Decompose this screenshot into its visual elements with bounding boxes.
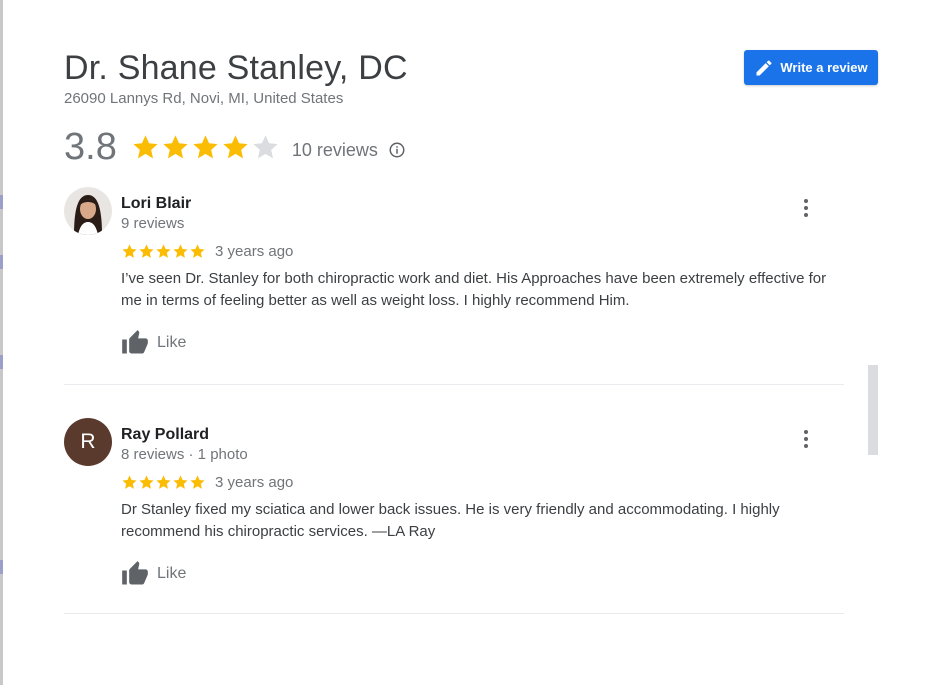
review-body: Lori Blair 9 reviews 3 years ago I’ve se…: [121, 187, 841, 357]
pencil-icon: [756, 59, 772, 75]
review-star-rating: [121, 474, 206, 491]
reviewer-meta: 8 reviews · 1 photo: [121, 446, 248, 463]
like-label: Like: [157, 565, 187, 582]
avatar[interactable]: [64, 187, 112, 235]
star-filled-icon: [122, 244, 137, 258]
star-empty-icon: [253, 134, 278, 158]
star-filled-icon: [173, 475, 188, 489]
star-filled-icon: [139, 244, 154, 258]
reviewer-name[interactable]: Ray Pollard: [121, 425, 841, 445]
star-filled-icon: [122, 475, 137, 489]
write-review-button[interactable]: Write a review: [744, 50, 878, 85]
review-time: 3 years ago: [215, 243, 294, 260]
review-item: R Ray Pollard 8 reviews · 1 photo 3 year…: [64, 418, 844, 588]
reviews-count[interactable]: 10 reviews: [292, 140, 378, 161]
review-body: Ray Pollard 8 reviews · 1 photo 3 years …: [121, 418, 841, 588]
star-filled-icon: [139, 475, 154, 489]
scrollbar-thumb[interactable]: [868, 365, 878, 455]
star-filled-icon: [190, 244, 205, 258]
avatar[interactable]: R: [64, 418, 112, 466]
like-button[interactable]: Like: [121, 560, 841, 588]
review-divider: [64, 384, 844, 385]
thumbs-up-icon: [122, 561, 148, 585]
average-rating: 3.8: [64, 126, 117, 168]
star-filled-icon: [133, 134, 158, 158]
info-icon[interactable]: [388, 141, 406, 159]
star-filled-icon: [173, 244, 188, 258]
reviewer-meta: 9 reviews: [121, 215, 185, 232]
review-text: Dr Stanley fixed my sciatica and lower b…: [121, 501, 780, 540]
reviewer-name[interactable]: Lori Blair: [121, 194, 841, 214]
star-filled-icon: [193, 134, 218, 158]
review-time: 3 years ago: [215, 474, 294, 491]
rating-summary: 3.8 10 reviews: [64, 124, 406, 170]
review-star-rating: [121, 243, 206, 260]
review-rating-row: 3 years ago: [121, 243, 841, 260]
review-item: Lori Blair 9 reviews 3 years ago I’ve se…: [64, 187, 844, 357]
star-filled-icon: [190, 475, 205, 489]
user-photo-icon: [64, 187, 112, 235]
more-options-icon[interactable]: [802, 430, 810, 450]
star-filled-icon: [156, 244, 171, 258]
more-options-icon[interactable]: [802, 199, 810, 219]
average-star-rating: [131, 133, 280, 162]
star-filled-icon: [156, 475, 171, 489]
star-filled-icon: [163, 134, 188, 158]
business-address: 26090 Lannys Rd, Novi, MI, United States: [64, 90, 344, 107]
review-divider: [64, 613, 844, 614]
review-text: I’ve seen Dr. Stanley for both chiroprac…: [121, 270, 827, 309]
thumbs-up-icon: [122, 330, 148, 354]
write-review-label: Write a review: [780, 60, 868, 75]
like-label: Like: [157, 334, 187, 351]
like-button[interactable]: Like: [121, 329, 841, 357]
window-left-edge: [0, 0, 3, 685]
star-filled-icon: [223, 134, 248, 158]
review-rating-row: 3 years ago: [121, 474, 841, 491]
